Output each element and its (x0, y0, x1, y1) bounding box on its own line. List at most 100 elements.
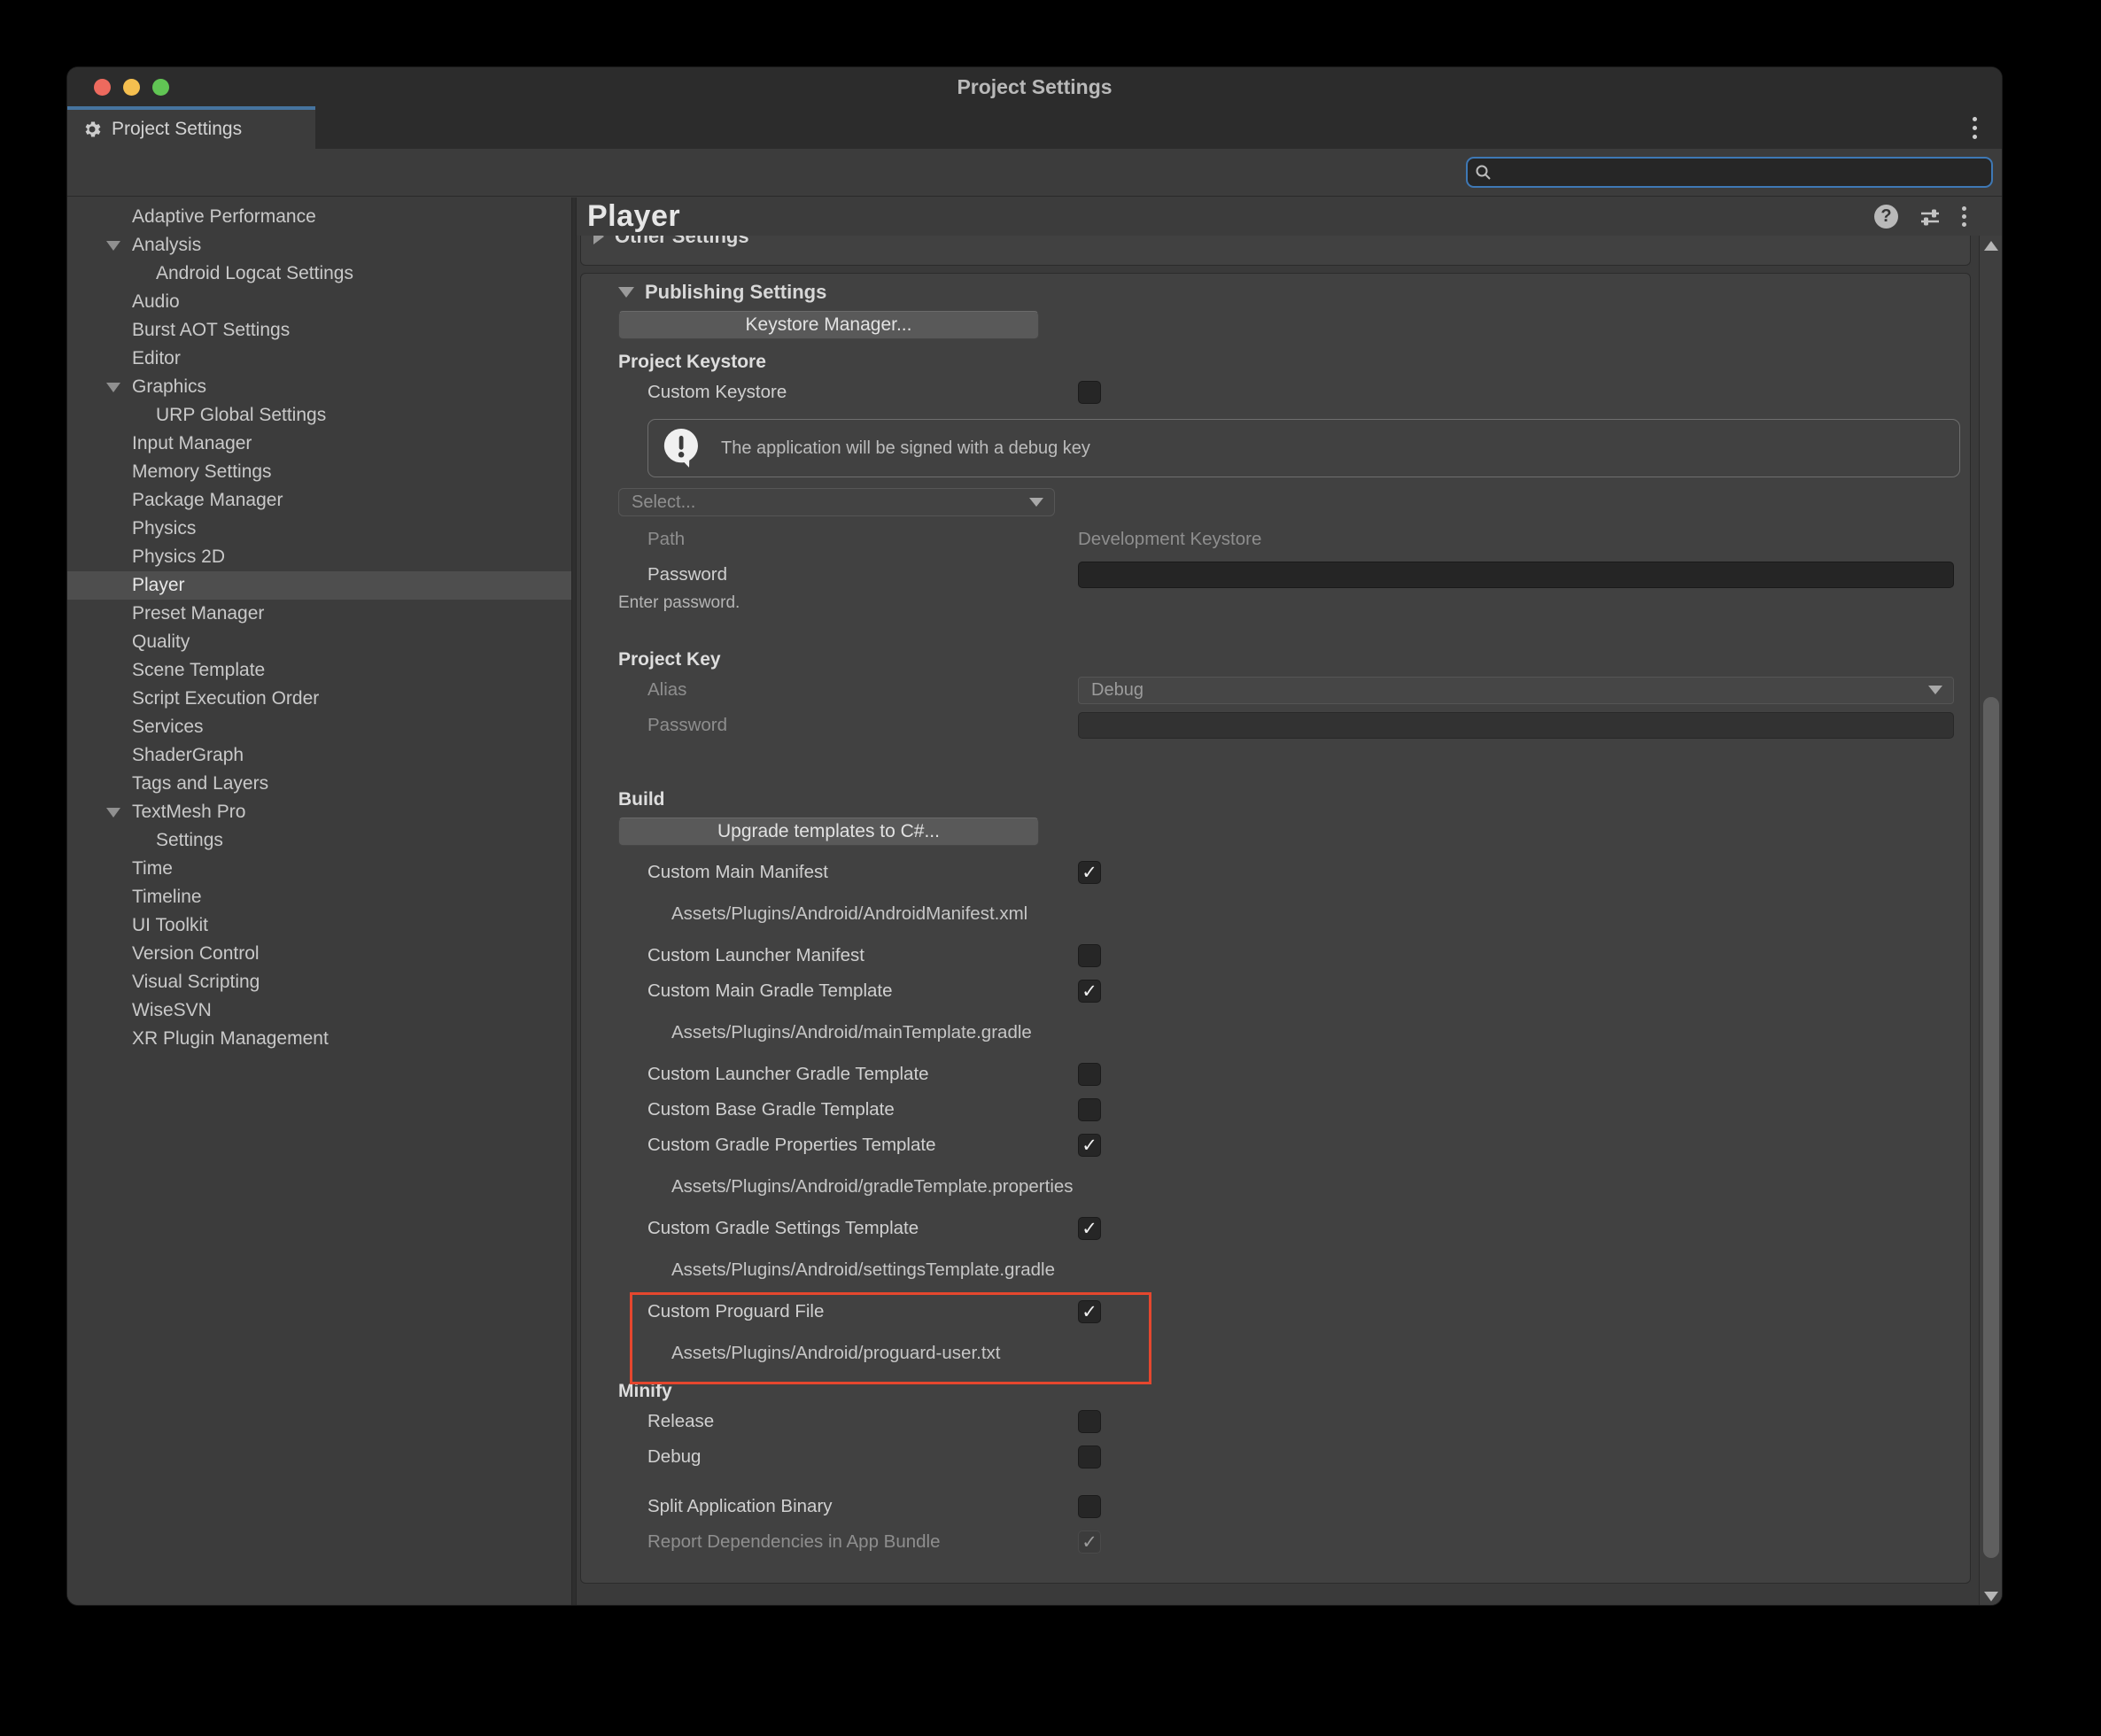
alias-row: Alias Debug (618, 672, 1954, 708)
settings-scroll-area: Other Settings Publishing Settings Keyst… (580, 236, 1971, 1605)
sidebar-item-urp-global-settings[interactable]: URP Global Settings (67, 401, 571, 430)
sidebar-item-burst-aot-settings[interactable]: Burst AOT Settings (67, 316, 571, 345)
body: Adaptive PerformanceAnalysisAndroid Logc… (67, 198, 2002, 1605)
sidebar-item-physics[interactable]: Physics (67, 515, 571, 543)
tab-bar-menu-icon[interactable] (1961, 106, 1988, 149)
keystore-password-input[interactable] (1078, 562, 1954, 588)
setting-label: Custom Main Gradle Template (618, 980, 1078, 1002)
checkbox-custom-keystore[interactable] (1078, 381, 1101, 404)
sidebar-item-package-manager[interactable]: Package Manager (67, 486, 571, 515)
sidebar-item-label: Version Control (67, 943, 260, 965)
presets-icon[interactable] (1918, 205, 1942, 229)
sidebar-item-analysis[interactable]: Analysis (67, 231, 571, 260)
sidebar-item-label: Package Manager (67, 490, 283, 511)
foldout-expanded-icon[interactable] (106, 808, 120, 818)
checkbox-custom-main-gradle-template[interactable]: ✓ (1078, 980, 1101, 1003)
sidebar-item-tags-and-layers[interactable]: Tags and Layers (67, 770, 571, 798)
scroll-up-icon[interactable] (1984, 241, 1998, 251)
vertical-scrollbar[interactable] (1979, 236, 2002, 1605)
path-value: Development Keystore (1078, 529, 1261, 550)
warning-text: The application will be signed with a de… (721, 438, 1090, 459)
sidebar-item-label: Physics 2D (67, 546, 225, 568)
checkbox-custom-proguard-file[interactable]: ✓ (1078, 1300, 1101, 1323)
alias-label: Alias (618, 679, 1078, 701)
publishing-settings-header[interactable]: Publishing Settings (618, 279, 1954, 306)
section-other-settings[interactable]: Other Settings (580, 236, 1971, 266)
file-path-custom-main-gradle-template: Assets/Plugins/Android/mainTemplate.grad… (618, 1009, 1954, 1057)
sidebar-item-time[interactable]: Time (67, 855, 571, 883)
foldout-expanded-icon[interactable] (106, 383, 120, 392)
build-rows: Custom Main Manifest✓Assets/Plugins/Andr… (618, 855, 1954, 1377)
key-password-input[interactable] (1078, 712, 1954, 739)
checkbox-custom-gradle-properties-template[interactable]: ✓ (1078, 1134, 1101, 1157)
search-box[interactable] (1466, 157, 1993, 188)
setting-label: Debug (618, 1446, 1078, 1468)
sidebar-item-preset-manager[interactable]: Preset Manager (67, 600, 571, 628)
sidebar-item-script-execution-order[interactable]: Script Execution Order (67, 685, 571, 713)
sidebar-item-label: URP Global Settings (67, 405, 326, 426)
checkbox-split-application-binary[interactable] (1078, 1495, 1101, 1518)
sidebar-item-label: ShaderGraph (67, 745, 244, 766)
sidebar-item-label: Timeline (67, 887, 202, 908)
sidebar-item-audio[interactable]: Audio (67, 288, 571, 316)
sidebar-item-label: Graphics (67, 376, 206, 398)
upgrade-templates-button[interactable]: Upgrade templates to C#... (618, 818, 1039, 846)
scroll-down-icon[interactable] (1984, 1592, 1998, 1601)
setting-label: Custom Gradle Settings Template (618, 1218, 1078, 1239)
setting-row-custom-gradle-properties-template: Custom Gradle Properties Template✓ (618, 1128, 1954, 1163)
checkbox-custom-launcher-gradle-template[interactable] (1078, 1063, 1101, 1086)
checkbox-custom-gradle-settings-template[interactable]: ✓ (1078, 1217, 1101, 1240)
checkbox-custom-launcher-manifest[interactable] (1078, 944, 1101, 967)
help-icon[interactable]: ? (1874, 205, 1898, 229)
foldout-expanded-icon[interactable] (106, 241, 120, 251)
sidebar-item-physics-2d[interactable]: Physics 2D (67, 543, 571, 571)
scrollbar-thumb[interactable] (1983, 697, 1999, 1558)
sidebar-item-shadergraph[interactable]: ShaderGraph (67, 741, 571, 770)
keystore-select-dropdown[interactable]: Select... (618, 488, 1055, 516)
checkbox-custom-base-gradle-template[interactable] (1078, 1098, 1101, 1121)
debug-key-warning: The application will be signed with a de… (647, 419, 1960, 477)
keystore-manager-button[interactable]: Keystore Manager... (618, 311, 1039, 339)
checkbox-debug[interactable] (1078, 1445, 1101, 1469)
checkbox-release[interactable] (1078, 1410, 1101, 1433)
setting-row-report-dependencies-in-app-bundle: Report Dependencies in App Bundle✓ (618, 1524, 1954, 1560)
sidebar-item-wisesvn[interactable]: WiseSVN (67, 996, 571, 1025)
sidebar-item-input-manager[interactable]: Input Manager (67, 430, 571, 458)
sidebar-item-android-logcat-settings[interactable]: Android Logcat Settings (67, 260, 571, 288)
sidebar-item-xr-plugin-management[interactable]: XR Plugin Management (67, 1025, 571, 1053)
sidebar-item-scene-template[interactable]: Scene Template (67, 656, 571, 685)
sidebar-item-memory-settings[interactable]: Memory Settings (67, 458, 571, 486)
sidebar-item-label: Input Manager (67, 433, 252, 454)
sidebar-item-version-control[interactable]: Version Control (67, 940, 571, 968)
search-input[interactable] (1498, 162, 1976, 183)
sidebar-item-quality[interactable]: Quality (67, 628, 571, 656)
setting-label: Custom Proguard File (618, 1301, 1078, 1322)
tab-project-settings[interactable]: Project Settings (67, 106, 315, 149)
sidebar-item-timeline[interactable]: Timeline (67, 883, 571, 911)
sidebar-item-label: Quality (67, 632, 190, 653)
file-path-custom-proguard-file: Assets/Plugins/Android/proguard-user.txt (618, 1329, 1954, 1377)
project-key-heading: Project Key (618, 647, 1954, 672)
sidebar-item-adaptive-performance[interactable]: Adaptive Performance (67, 203, 571, 231)
foldout-collapsed-icon (593, 236, 604, 244)
sidebar-item-visual-scripting[interactable]: Visual Scripting (67, 968, 571, 996)
sidebar-item-textmesh-pro[interactable]: TextMesh Pro (67, 798, 571, 826)
sidebar-item-services[interactable]: Services (67, 713, 571, 741)
sidebar-item-player[interactable]: Player (67, 571, 571, 600)
password-hint: Enter password. (618, 593, 1954, 614)
sidebar-item-ui-toolkit[interactable]: UI Toolkit (67, 911, 571, 940)
key-password-label: Password (618, 715, 1078, 736)
key-password-row: Password (618, 708, 1954, 743)
alias-dropdown[interactable]: Debug (1078, 677, 1954, 704)
section-title: Other Settings (615, 236, 749, 248)
custom-keystore-label: Custom Keystore (618, 382, 1078, 403)
project-keystore-heading: Project Keystore (618, 350, 1954, 375)
extra-rows: Split Application BinaryReport Dependenc… (618, 1489, 1954, 1560)
sidebar-item-label: Tags and Layers (67, 773, 268, 794)
sidebar-item-editor[interactable]: Editor (67, 345, 571, 373)
more-options-icon[interactable] (1962, 206, 1966, 227)
checkbox-custom-main-manifest[interactable]: ✓ (1078, 861, 1101, 884)
sidebar-item-label: Burst AOT Settings (67, 320, 290, 341)
sidebar-item-graphics[interactable]: Graphics (67, 373, 571, 401)
sidebar-item-settings[interactable]: Settings (67, 826, 571, 855)
